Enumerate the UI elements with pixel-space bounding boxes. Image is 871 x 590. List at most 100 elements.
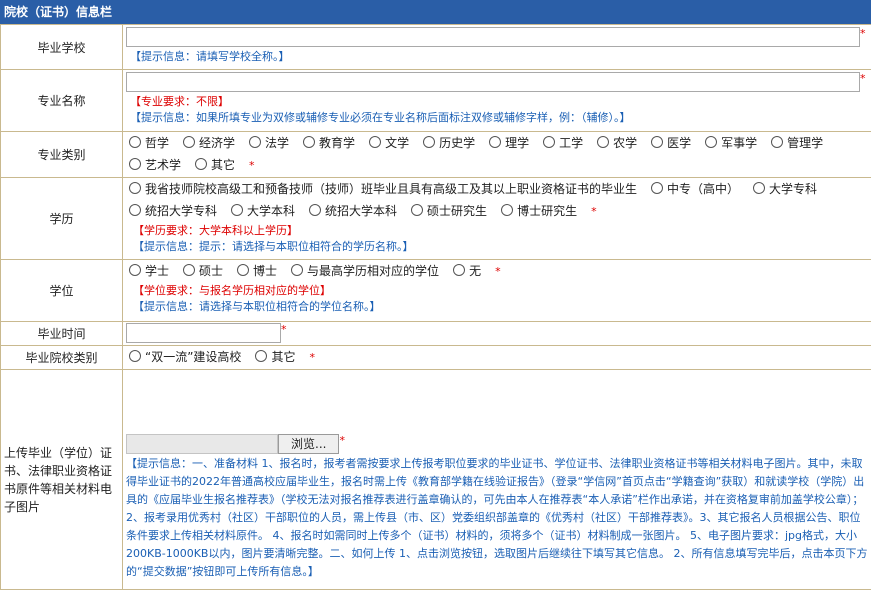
radio-button[interactable] <box>237 264 249 276</box>
radio-button[interactable] <box>453 264 465 276</box>
school-input[interactable] <box>126 27 860 47</box>
category-option[interactable]: 哲学 <box>129 132 169 154</box>
education-option-label: 大学本科 <box>247 204 295 218</box>
category-option[interactable]: 其它 <box>195 154 235 176</box>
hint-upload: 【提示信息：一、准备材料 1、报名时，报考者需按要求上传报考职位要求的毕业证书、… <box>126 455 871 581</box>
required-star: * <box>860 27 866 40</box>
gradtime-input[interactable] <box>126 323 281 343</box>
radio-button[interactable] <box>369 136 381 148</box>
radio-button[interactable] <box>411 204 423 216</box>
category-option[interactable]: 艺术学 <box>129 154 181 176</box>
degree-option[interactable]: 无 <box>453 260 481 282</box>
category-option[interactable]: 军事学 <box>705 132 757 154</box>
radio-button[interactable] <box>651 182 663 194</box>
radio-button[interactable] <box>753 182 765 194</box>
radio-button[interactable] <box>303 136 315 148</box>
label-upload: 上传毕业（学位）证书、法律职业资格证书原件等相关材料电子图片 <box>1 370 123 590</box>
education-option[interactable]: 中专（高中） <box>651 178 739 200</box>
label-category: 专业类别 <box>1 132 123 178</box>
radio-button[interactable] <box>129 350 141 362</box>
category-option-label: 哲学 <box>145 136 169 150</box>
radio-button[interactable] <box>597 136 609 148</box>
degree-option-label: 学士 <box>145 264 169 278</box>
label-gradtime: 毕业时间 <box>1 322 123 346</box>
category-option[interactable]: 文学 <box>369 132 409 154</box>
radio-button[interactable] <box>249 136 261 148</box>
category-option-label: 经济学 <box>199 136 235 150</box>
radio-button[interactable] <box>195 158 207 170</box>
category-option[interactable]: 历史学 <box>423 132 475 154</box>
radio-button[interactable] <box>423 136 435 148</box>
category-option[interactable]: 理学 <box>489 132 529 154</box>
category-option[interactable]: 教育学 <box>303 132 355 154</box>
radio-button[interactable] <box>489 136 501 148</box>
schooltype-option-label: 其它 <box>271 350 295 364</box>
schooltype-option[interactable]: 其它 <box>255 346 295 368</box>
education-option[interactable]: 大学专科 <box>753 178 817 200</box>
file-path-field[interactable] <box>126 434 278 454</box>
category-option[interactable]: 经济学 <box>183 132 235 154</box>
education-option-label: 硕士研究生 <box>427 204 487 218</box>
category-option[interactable]: 农学 <box>597 132 637 154</box>
label-degree: 学位 <box>1 260 123 322</box>
hint-major: 【提示信息：如果所填专业为双修或辅修专业必须在专业名称后面标注双修或辅修字样，例… <box>126 110 871 126</box>
row-school: 毕业学校 * 【提示信息：请填写学校全称。】 <box>1 25 871 70</box>
radio-button[interactable] <box>231 204 243 216</box>
radio-button[interactable] <box>543 136 555 148</box>
category-option-label: 工学 <box>559 136 583 150</box>
category-options: 哲学经济学法学教育学文学历史学理学工学农学医学军事学管理学艺术学其它* <box>129 132 871 177</box>
category-option-label: 艺术学 <box>145 158 181 172</box>
radio-button[interactable] <box>309 204 321 216</box>
radio-button[interactable] <box>183 136 195 148</box>
radio-button[interactable] <box>651 136 663 148</box>
major-input[interactable] <box>126 72 860 92</box>
radio-button[interactable] <box>771 136 783 148</box>
education-option[interactable]: 统招大学专科 <box>129 200 217 222</box>
education-option-label: 中专（高中） <box>667 182 739 196</box>
required-star: * <box>860 72 866 85</box>
schooltype-option[interactable]: “双一流”建设高校 <box>129 346 241 368</box>
schooltype-option-label: “双一流”建设高校 <box>145 350 241 364</box>
education-option[interactable]: 统招大学本科 <box>309 200 397 222</box>
radio-button[interactable] <box>129 182 141 194</box>
radio-button[interactable] <box>129 264 141 276</box>
row-gradtime: 毕业时间 * <box>1 322 871 346</box>
education-requirement: 【学历要求：大学本科以上学历】 <box>129 223 871 239</box>
category-option[interactable]: 工学 <box>543 132 583 154</box>
row-degree: 学位 学士硕士博士与最高学历相对应的学位无* 【学位要求：与报名学历相对应的学位… <box>1 260 871 322</box>
radio-button[interactable] <box>129 136 141 148</box>
radio-button[interactable] <box>705 136 717 148</box>
degree-option-label: 硕士 <box>199 264 223 278</box>
category-option-label: 教育学 <box>319 136 355 150</box>
degree-option[interactable]: 与最高学历相对应的学位 <box>291 260 439 282</box>
education-option[interactable]: 硕士研究生 <box>411 200 487 222</box>
category-option[interactable]: 管理学 <box>771 132 823 154</box>
category-option-label: 文学 <box>385 136 409 150</box>
degree-option-label: 无 <box>469 264 481 278</box>
education-option-label: 我省技师院校高级工和预备技师（技师）班毕业且具有高级工及其以上职业资格证书的毕业… <box>145 182 637 196</box>
radio-button[interactable] <box>183 264 195 276</box>
radio-button[interactable] <box>291 264 303 276</box>
degree-requirement: 【学位要求：与报名学历相对应的学位】 <box>129 283 871 299</box>
education-option[interactable]: 博士研究生 <box>501 200 577 222</box>
education-option-label: 博士研究生 <box>517 204 577 218</box>
radio-button[interactable] <box>501 204 513 216</box>
education-option[interactable]: 大学本科 <box>231 200 295 222</box>
category-option[interactable]: 医学 <box>651 132 691 154</box>
radio-button[interactable] <box>255 350 267 362</box>
education-options: 我省技师院校高级工和预备技师（技师）班毕业且具有高级工及其以上职业资格证书的毕业… <box>129 178 871 223</box>
degree-option[interactable]: 博士 <box>237 260 277 282</box>
browse-button[interactable]: 浏览... <box>278 434 339 454</box>
category-option-label: 军事学 <box>721 136 757 150</box>
category-option-label: 其它 <box>211 158 235 172</box>
degree-option[interactable]: 硕士 <box>183 260 223 282</box>
radio-button[interactable] <box>129 158 141 170</box>
school-info-form: 毕业学校 * 【提示信息：请填写学校全称。】 专业名称 * 【专业要求：不限】 … <box>0 24 871 590</box>
category-option-label: 法学 <box>265 136 289 150</box>
degree-option[interactable]: 学士 <box>129 260 169 282</box>
radio-button[interactable] <box>129 204 141 216</box>
label-education: 学历 <box>1 178 123 260</box>
required-star: * <box>591 201 597 223</box>
education-option[interactable]: 我省技师院校高级工和预备技师（技师）班毕业且具有高级工及其以上职业资格证书的毕业… <box>129 178 637 200</box>
category-option[interactable]: 法学 <box>249 132 289 154</box>
